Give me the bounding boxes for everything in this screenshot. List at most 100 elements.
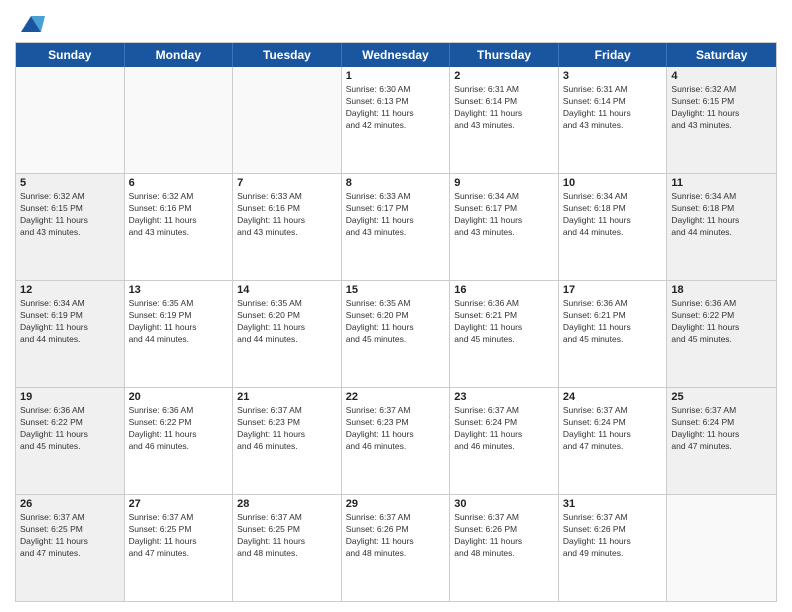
day-info: Sunrise: 6:37 AM Sunset: 6:24 PM Dayligh…: [454, 405, 554, 453]
day-number: 9: [454, 177, 554, 189]
calendar-cell: 3 Sunrise: 6:31 AM Sunset: 6:14 PM Daylig…: [559, 67, 668, 173]
day-info: Sunrise: 6:35 AM Sunset: 6:20 PM Dayligh…: [346, 298, 446, 346]
day-info: Sunrise: 6:30 AM Sunset: 6:13 PM Dayligh…: [346, 84, 446, 132]
day-number: 10: [563, 177, 663, 189]
day-number: 22: [346, 391, 446, 403]
week-row-2: 5 Sunrise: 6:32 AM Sunset: 6:15 PM Daylig…: [16, 174, 776, 281]
day-number: 26: [20, 498, 120, 510]
day-info: Sunrise: 6:37 AM Sunset: 6:26 PM Dayligh…: [346, 512, 446, 560]
calendar-cell: [233, 67, 342, 173]
day-number: 16: [454, 284, 554, 296]
day-info: Sunrise: 6:37 AM Sunset: 6:26 PM Dayligh…: [454, 512, 554, 560]
day-number: 4: [671, 70, 772, 82]
day-number: 1: [346, 70, 446, 82]
calendar-cell: 1 Sunrise: 6:30 AM Sunset: 6:13 PM Daylig…: [342, 67, 451, 173]
calendar-cell: 26 Sunrise: 6:37 AM Sunset: 6:25 PM Dayli…: [16, 495, 125, 601]
header-day-thursday: Thursday: [450, 43, 559, 67]
day-number: 18: [671, 284, 772, 296]
header: [15, 10, 777, 34]
day-info: Sunrise: 6:36 AM Sunset: 6:22 PM Dayligh…: [671, 298, 772, 346]
calendar-cell: 2Sunrise: 6:31 AM Sunset: 6:14 PM Daylig…: [450, 67, 559, 173]
week-row-1: 1 Sunrise: 6:30 AM Sunset: 6:13 PM Daylig…: [16, 67, 776, 174]
day-number: 8: [346, 177, 446, 189]
day-number: 12: [20, 284, 120, 296]
header-day-monday: Monday: [125, 43, 234, 67]
header-day-saturday: Saturday: [667, 43, 776, 67]
calendar-cell: 7 Sunrise: 6:33 AM Sunset: 6:16 PM Daylig…: [233, 174, 342, 280]
day-info: Sunrise: 6:37 AM Sunset: 6:25 PM Dayligh…: [20, 512, 120, 560]
calendar-cell: 17 Sunrise: 6:36 AM Sunset: 6:21 PM Dayli…: [559, 281, 668, 387]
day-info: Sunrise: 6:37 AM Sunset: 6:24 PM Dayligh…: [671, 405, 772, 453]
day-number: 21: [237, 391, 337, 403]
day-info: Sunrise: 6:33 AM Sunset: 6:16 PM Dayligh…: [237, 191, 337, 239]
day-info: Sunrise: 6:37 AM Sunset: 6:23 PM Dayligh…: [237, 405, 337, 453]
day-info: Sunrise: 6:36 AM Sunset: 6:21 PM Dayligh…: [454, 298, 554, 346]
day-number: 31: [563, 498, 663, 510]
day-info: Sunrise: 6:32 AM Sunset: 6:15 PM Dayligh…: [671, 84, 772, 132]
day-info: Sunrise: 6:36 AM Sunset: 6:21 PM Dayligh…: [563, 298, 663, 346]
day-number: 11: [671, 177, 772, 189]
calendar-cell: 6Sunrise: 6:32 AM Sunset: 6:16 PM Daylig…: [125, 174, 234, 280]
day-info: Sunrise: 6:36 AM Sunset: 6:22 PM Dayligh…: [129, 405, 229, 453]
day-number: 29: [346, 498, 446, 510]
day-info: Sunrise: 6:32 AM Sunset: 6:15 PM Dayligh…: [20, 191, 120, 239]
day-number: 3: [563, 70, 663, 82]
calendar-cell: 4 Sunrise: 6:32 AM Sunset: 6:15 PM Daylig…: [667, 67, 776, 173]
day-number: 19: [20, 391, 120, 403]
logo: [15, 10, 45, 34]
day-number: 7: [237, 177, 337, 189]
calendar-cell: 9 Sunrise: 6:34 AM Sunset: 6:17 PM Daylig…: [450, 174, 559, 280]
calendar-cell: 20 Sunrise: 6:36 AM Sunset: 6:22 PM Dayli…: [125, 388, 234, 494]
calendar-cell: 30 Sunrise: 6:37 AM Sunset: 6:26 PM Dayli…: [450, 495, 559, 601]
header-day-friday: Friday: [559, 43, 668, 67]
calendar-cell: 21 Sunrise: 6:37 AM Sunset: 6:23 PM Dayli…: [233, 388, 342, 494]
calendar-cell: 8 Sunrise: 6:33 AM Sunset: 6:17 PM Daylig…: [342, 174, 451, 280]
calendar-cell: 24Sunrise: 6:37 AM Sunset: 6:24 PM Dayli…: [559, 388, 668, 494]
calendar-cell: 10 Sunrise: 6:34 AM Sunset: 6:18 PM Dayli…: [559, 174, 668, 280]
day-info: Sunrise: 6:33 AM Sunset: 6:17 PM Dayligh…: [346, 191, 446, 239]
day-number: 13: [129, 284, 229, 296]
day-info: Sunrise: 6:37 AM Sunset: 6:23 PM Dayligh…: [346, 405, 446, 453]
week-row-5: 26 Sunrise: 6:37 AM Sunset: 6:25 PM Dayli…: [16, 495, 776, 601]
calendar-cell: 5 Sunrise: 6:32 AM Sunset: 6:15 PM Daylig…: [16, 174, 125, 280]
calendar-cell: [16, 67, 125, 173]
day-info: Sunrise: 6:34 AM Sunset: 6:19 PM Dayligh…: [20, 298, 120, 346]
logo-icon: [17, 10, 45, 38]
calendar-cell: 14Sunrise: 6:35 AM Sunset: 6:20 PM Dayli…: [233, 281, 342, 387]
header-day-sunday: Sunday: [16, 43, 125, 67]
calendar-cell: 25 Sunrise: 6:37 AM Sunset: 6:24 PM Dayli…: [667, 388, 776, 494]
day-number: 28: [237, 498, 337, 510]
day-info: Sunrise: 6:31 AM Sunset: 6:14 PM Dayligh…: [454, 84, 554, 132]
day-info: Sunrise: 6:37 AM Sunset: 6:25 PM Dayligh…: [237, 512, 337, 560]
calendar-cell: [667, 495, 776, 601]
calendar-cell: 31 Sunrise: 6:37 AM Sunset: 6:26 PM Dayli…: [559, 495, 668, 601]
calendar-cell: 12 Sunrise: 6:34 AM Sunset: 6:19 PM Dayli…: [16, 281, 125, 387]
calendar-cell: 13 Sunrise: 6:35 AM Sunset: 6:19 PM Dayli…: [125, 281, 234, 387]
day-info: Sunrise: 6:35 AM Sunset: 6:19 PM Dayligh…: [129, 298, 229, 346]
day-number: 15: [346, 284, 446, 296]
day-number: 25: [671, 391, 772, 403]
day-info: Sunrise: 6:34 AM Sunset: 6:17 PM Dayligh…: [454, 191, 554, 239]
day-number: 6: [129, 177, 229, 189]
day-info: Sunrise: 6:36 AM Sunset: 6:22 PM Dayligh…: [20, 405, 120, 453]
day-number: 20: [129, 391, 229, 403]
week-row-3: 12 Sunrise: 6:34 AM Sunset: 6:19 PM Dayli…: [16, 281, 776, 388]
day-info: Sunrise: 6:31 AM Sunset: 6:14 PM Dayligh…: [563, 84, 663, 132]
day-number: 5: [20, 177, 120, 189]
calendar-cell: 29 Sunrise: 6:37 AM Sunset: 6:26 PM Dayli…: [342, 495, 451, 601]
week-row-4: 19 Sunrise: 6:36 AM Sunset: 6:22 PM Dayli…: [16, 388, 776, 495]
day-info: Sunrise: 6:37 AM Sunset: 6:26 PM Dayligh…: [563, 512, 663, 560]
calendar-cell: 19 Sunrise: 6:36 AM Sunset: 6:22 PM Dayli…: [16, 388, 125, 494]
calendar-body: 1 Sunrise: 6:30 AM Sunset: 6:13 PM Daylig…: [16, 67, 776, 601]
day-number: 23: [454, 391, 554, 403]
calendar-cell: 23 Sunrise: 6:37 AM Sunset: 6:24 PM Dayli…: [450, 388, 559, 494]
day-number: 17: [563, 284, 663, 296]
calendar-header: SundayMondayTuesdayWednesdayThursdayFrid…: [16, 43, 776, 67]
calendar-cell: 27Sunrise: 6:37 AM Sunset: 6:25 PM Dayli…: [125, 495, 234, 601]
day-info: Sunrise: 6:34 AM Sunset: 6:18 PM Dayligh…: [563, 191, 663, 239]
day-number: 24: [563, 391, 663, 403]
day-number: 30: [454, 498, 554, 510]
day-number: 27: [129, 498, 229, 510]
header-day-wednesday: Wednesday: [342, 43, 451, 67]
page: SundayMondayTuesdayWednesdayThursdayFrid…: [0, 0, 792, 612]
